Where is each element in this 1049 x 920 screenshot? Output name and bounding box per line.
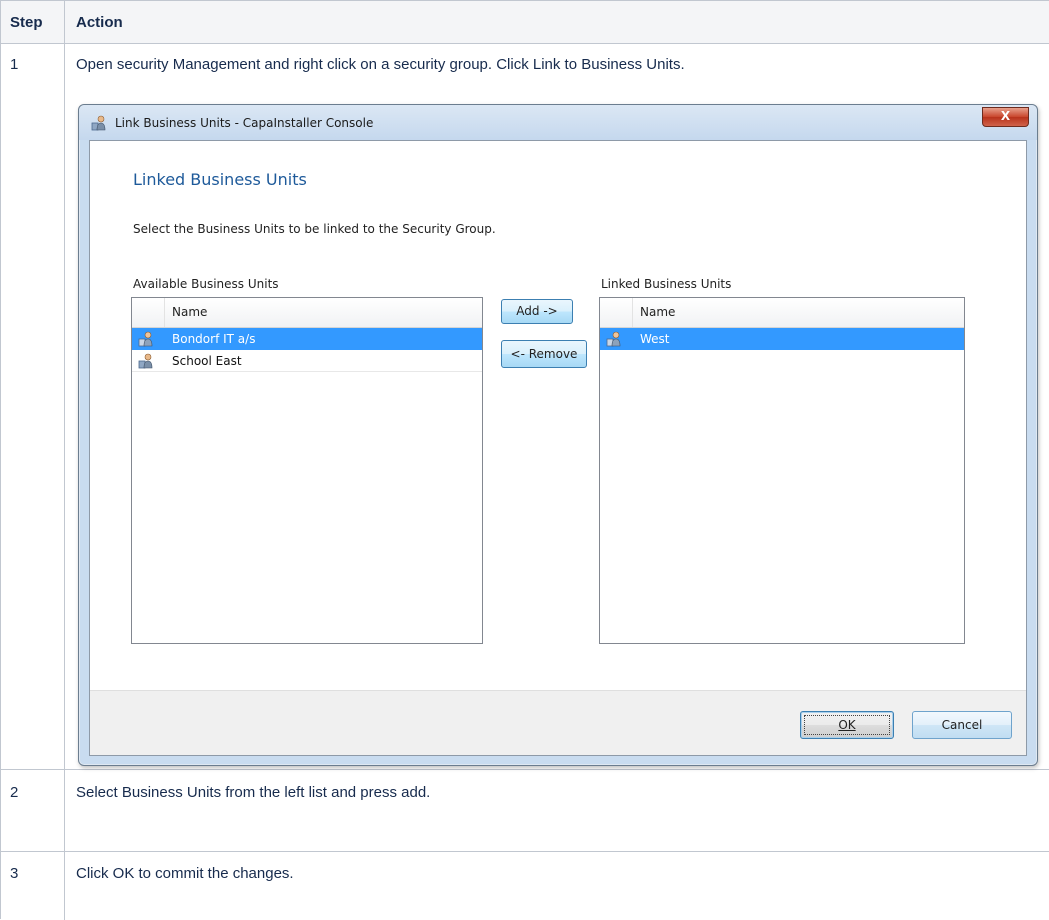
step-cell: 3 [1,852,65,920]
name-column-header[interactable]: Name [172,305,207,319]
linked-list-label: Linked Business Units [601,277,732,291]
business-unit-icon [138,331,153,347]
name-column-header[interactable]: Name [640,305,675,319]
available-list-header[interactable]: Name [132,298,482,328]
icon-column-header [132,298,165,327]
step-number: 2 [10,784,19,801]
add-button-label: Add -> [516,304,558,318]
instruction-text: Select the Business Units to be linked t… [133,222,496,236]
cancel-button[interactable]: Cancel [912,711,1012,739]
available-list-label: Available Business Units [133,277,279,291]
dialog-title: Link Business Units - CapaInstaller Cons… [115,116,374,130]
list-item-label: West [640,332,670,346]
close-button[interactable]: X [982,107,1029,127]
dialog-titlebar[interactable]: Link Business Units - CapaInstaller Cons… [79,105,1037,140]
step-number: 3 [10,865,19,882]
step-cell: 2 [1,770,65,851]
linked-units-list[interactable]: Name West [599,297,965,644]
step-number: 1 [10,56,19,73]
list-item-label: Bondorf IT a/s [172,332,256,346]
close-icon: X [1000,109,1011,123]
list-item[interactable]: West [600,328,964,350]
action-text: Click OK to commit the changes. [76,865,294,882]
remove-button-label: <- Remove [510,347,578,361]
business-unit-icon [606,331,621,347]
focus-rectangle [804,715,890,735]
step-cell: 1 [1,44,65,769]
list-item[interactable]: Bondorf IT a/s [132,328,482,350]
list-item-label: School East [172,354,242,368]
dialog-client-area: Linked Business Units Select the Busines… [89,140,1027,756]
table-row: 3 Click OK to commit the changes. [1,852,1049,920]
action-cell: Select Business Units from the left list… [65,770,1049,851]
list-item[interactable]: School East [132,350,482,372]
linked-list-header[interactable]: Name [600,298,964,328]
business-unit-icon [138,353,153,369]
table-header-row: Step Action [1,1,1049,44]
ok-button[interactable]: OK [800,711,894,739]
header-action: Action [76,14,123,31]
header-step-cell: Step [1,1,65,43]
page-title: Linked Business Units [133,170,307,189]
business-unit-icon [91,115,106,131]
add-button[interactable]: Add -> [501,299,573,324]
header-action-cell: Action [65,1,1049,43]
remove-button[interactable]: <- Remove [501,340,587,368]
link-business-units-dialog: Link Business Units - CapaInstaller Cons… [78,104,1038,766]
available-units-list[interactable]: Name Bondorf IT a/s School East [131,297,483,644]
dialog-footer: OK Cancel [90,690,1026,755]
action-text: Open security Management and right click… [76,56,685,73]
icon-column-header [600,298,633,327]
action-cell: Click OK to commit the changes. [65,852,1049,920]
header-step: Step [10,14,43,31]
table-row: 2 Select Business Units from the left li… [1,770,1049,852]
cancel-button-label: Cancel [941,718,983,732]
action-text: Select Business Units from the left list… [76,784,431,801]
